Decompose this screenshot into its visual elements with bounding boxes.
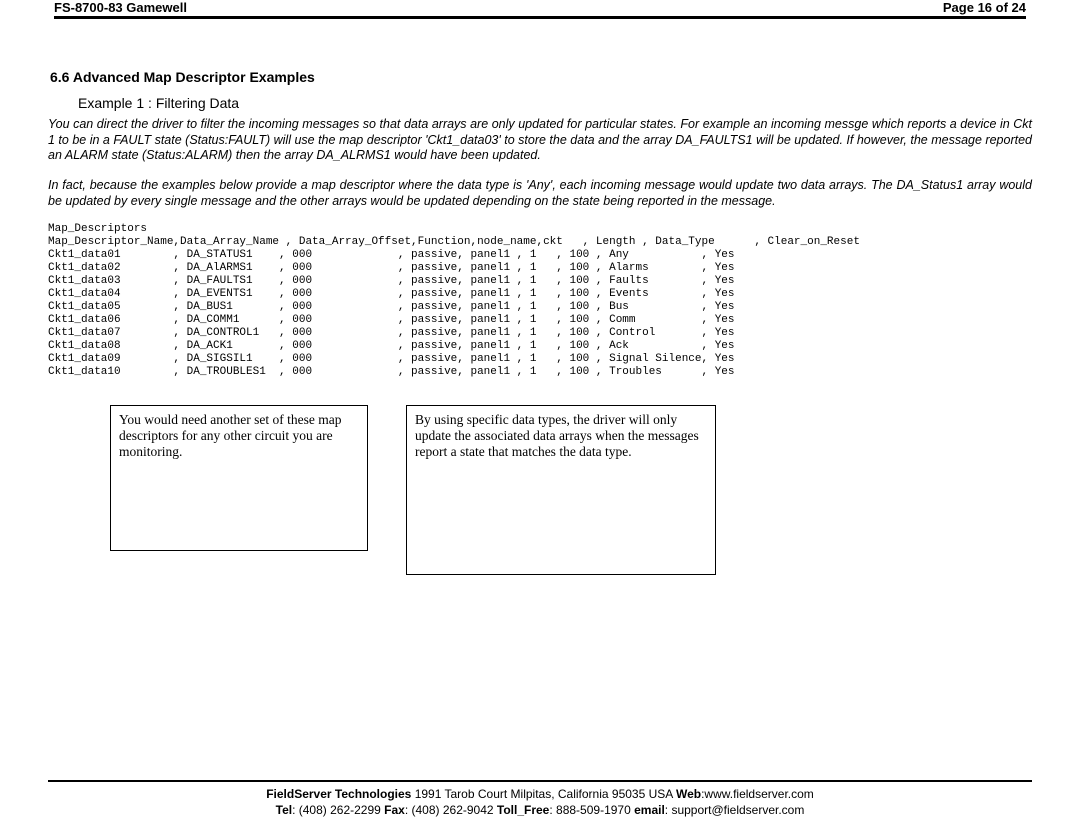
footer-tollfree-value: : 888-509-1970 [549, 803, 634, 817]
example-title: Example 1 : Filtering Data [78, 95, 1032, 111]
footer-line-1: FieldServer Technologies 1991 Tarob Cour… [0, 786, 1080, 802]
section-number: 6.6 [50, 69, 69, 85]
callout-right: By using specific data types, the driver… [406, 405, 716, 575]
header-page: Page 16 of 24 [943, 0, 1026, 15]
footer-fax-label: Fax [384, 803, 405, 817]
footer-address: 1991 Tarob Court Milpitas, California 95… [411, 787, 676, 801]
paragraph-1: You can direct the driver to filter the … [48, 117, 1032, 164]
footer-web-label: Web [676, 787, 701, 801]
footer-email-label: email [634, 803, 665, 817]
footer-fax-value: : (408) 262-9042 [405, 803, 497, 817]
footer-email-value: : support@fieldserver.com [665, 803, 805, 817]
footer-company: FieldServer Technologies [266, 787, 411, 801]
footer-line-2: Tel: (408) 262-2299 Fax: (408) 262-9042 … [0, 802, 1080, 818]
header-rule [54, 16, 1026, 19]
callouts-area: You would need another set of these map … [48, 405, 1032, 605]
header-left: FS-8700-83 Gamewell [54, 0, 187, 15]
map-descriptor-table: Map_Descriptors Map_Descriptor_Name,Data… [48, 223, 1032, 379]
section-heading: 6.6 Advanced Map Descriptor Examples [50, 69, 1032, 85]
footer-web-value: :www.fieldserver.com [701, 787, 814, 801]
footer-tel-label: Tel [276, 803, 292, 817]
paragraph-2: In fact, because the examples below prov… [48, 178, 1032, 209]
footer-tel-value: : (408) 262-2299 [292, 803, 384, 817]
callout-left: You would need another set of these map … [110, 405, 368, 551]
section-title-text: Advanced Map Descriptor Examples [73, 69, 315, 85]
footer-tollfree-label: Toll_Free [497, 803, 549, 817]
page-footer: FieldServer Technologies 1991 Tarob Cour… [0, 780, 1080, 818]
footer-rule [48, 780, 1032, 782]
